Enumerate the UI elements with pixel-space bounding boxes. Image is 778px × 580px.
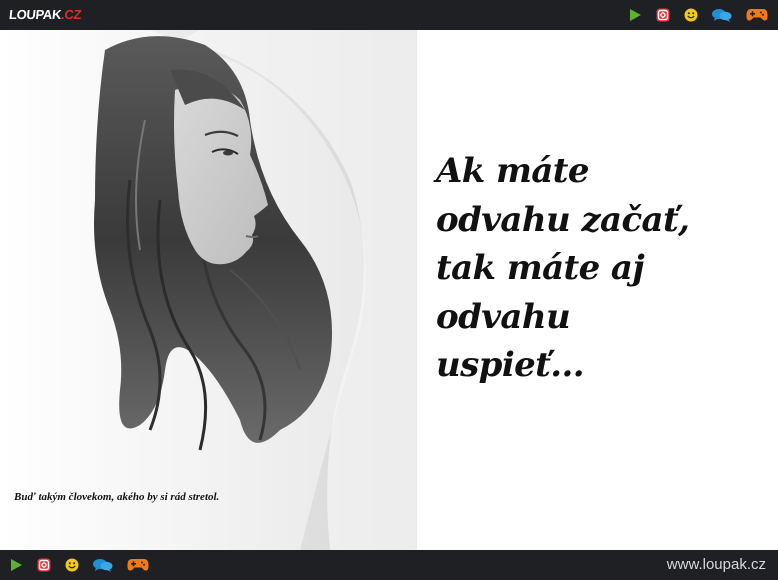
instagram-icon[interactable]: [37, 558, 51, 572]
gamepad-icon[interactable]: [127, 558, 149, 572]
quote-line: odvahu začať,: [436, 199, 690, 240]
gamepad-icon[interactable]: [746, 8, 768, 22]
portrait-photo: Buď takým človekom, akého by si rád stre…: [0, 30, 417, 550]
quote-line: uspieť...: [436, 345, 585, 385]
smiley-icon[interactable]: [65, 558, 79, 572]
play-icon[interactable]: [9, 558, 23, 572]
bottom-bar: www.loupak.cz: [0, 550, 778, 580]
logo-suffix: .CZ: [60, 7, 83, 22]
top-icon-group: [614, 5, 768, 25]
quote-line: tak máte aj: [436, 248, 645, 288]
instagram-icon[interactable]: [656, 8, 670, 22]
smiley-icon[interactable]: [684, 8, 698, 22]
site-logo[interactable]: LOUPAK.CZ: [8, 6, 82, 24]
chat-icon[interactable]: [93, 558, 113, 572]
chat-icon[interactable]: [712, 8, 732, 22]
logo-text: LOUPAK: [8, 7, 62, 22]
play-icon[interactable]: [628, 8, 642, 22]
site-url[interactable]: www.loupak.cz: [667, 556, 766, 574]
quote-line: Ak máte: [436, 151, 590, 191]
bottom-icon-group: [9, 555, 163, 575]
quote-line: odvahu: [436, 296, 571, 337]
photo-caption: Buď takým človekom, akého by si rád stre…: [14, 491, 220, 503]
quote-text: Ak máte odvahu začať, tak máte aj odvahu…: [436, 147, 766, 390]
portrait-illustration: [0, 30, 417, 550]
top-bar: LOUPAK.CZ: [0, 0, 778, 30]
